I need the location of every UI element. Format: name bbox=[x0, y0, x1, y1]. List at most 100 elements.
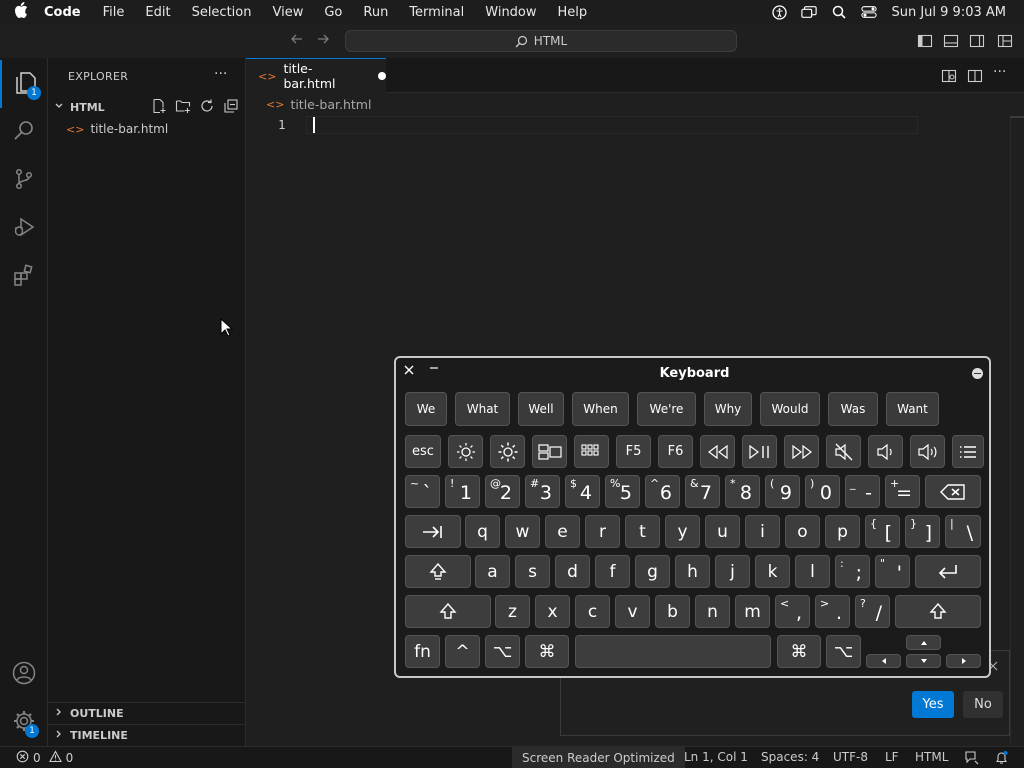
accessibility-icon[interactable] bbox=[771, 4, 787, 20]
key-d[interactable]: d bbox=[555, 555, 590, 588]
go-forward-icon[interactable] bbox=[314, 32, 332, 50]
app-menu-code[interactable]: Code bbox=[44, 5, 81, 20]
suggestion-key[interactable]: Was bbox=[828, 392, 878, 426]
toggle-secondary-sidebar-icon[interactable] bbox=[969, 33, 985, 49]
suggestion-key[interactable]: When bbox=[572, 392, 629, 426]
yes-button[interactable]: Yes bbox=[912, 691, 954, 718]
activity-manage[interactable]: 1 bbox=[0, 698, 48, 746]
end-of-line[interactable]: LF bbox=[885, 750, 899, 764]
key-p[interactable]: p bbox=[825, 515, 860, 548]
key-semicolon[interactable]: :; bbox=[835, 555, 870, 588]
key-3[interactable]: #3 bbox=[525, 475, 560, 508]
esc-key[interactable]: esc bbox=[405, 435, 441, 468]
volume-up-icon[interactable] bbox=[910, 435, 945, 468]
key-u[interactable]: u bbox=[705, 515, 740, 548]
arrow-right-icon[interactable] bbox=[946, 654, 981, 668]
key-q[interactable]: q bbox=[465, 515, 500, 548]
key-i[interactable]: i bbox=[745, 515, 780, 548]
language-mode[interactable]: HTML bbox=[915, 750, 948, 764]
suggestion-key[interactable]: Would bbox=[760, 392, 820, 426]
key-7[interactable]: & 7 bbox=[685, 475, 720, 508]
play-pause-icon[interactable] bbox=[742, 435, 777, 468]
key-n[interactable]: n bbox=[695, 595, 730, 628]
suggestion-key[interactable]: Why bbox=[704, 392, 752, 426]
key-f[interactable]: f bbox=[595, 555, 630, 588]
notifications-bell-icon[interactable] bbox=[994, 750, 1009, 768]
key-a[interactable]: a bbox=[475, 555, 510, 588]
key-6[interactable]: ^ 6 bbox=[645, 475, 680, 508]
fast-forward-icon[interactable] bbox=[784, 435, 819, 468]
left-shift-icon[interactable] bbox=[405, 595, 491, 628]
suggestion-key[interactable]: We bbox=[405, 392, 447, 426]
activity-source-control[interactable] bbox=[0, 156, 48, 204]
key-j[interactable]: j bbox=[715, 555, 750, 588]
key-backtick[interactable]: ~ ` bbox=[405, 475, 440, 508]
right-command-key[interactable]: ⌘ bbox=[777, 635, 821, 668]
key-1[interactable]: ! 1 bbox=[445, 475, 480, 508]
key-backslash[interactable]: | \ bbox=[945, 515, 981, 548]
key-0[interactable]: ) 0 bbox=[805, 475, 840, 508]
key-equals[interactable]: + = bbox=[885, 475, 920, 508]
launchpad-icon[interactable] bbox=[574, 435, 609, 468]
key-s[interactable]: s bbox=[515, 555, 550, 588]
menu-view[interactable]: View bbox=[272, 5, 303, 20]
arrow-left-icon[interactable] bbox=[866, 654, 901, 668]
menu-selection[interactable]: Selection bbox=[192, 5, 252, 20]
new-folder-icon[interactable] bbox=[175, 98, 191, 114]
key-x[interactable]: x bbox=[535, 595, 570, 628]
menu-help[interactable]: Help bbox=[558, 5, 588, 20]
key-2[interactable]: @2 bbox=[485, 475, 520, 508]
menu-file[interactable]: File bbox=[103, 5, 125, 20]
key-y[interactable]: y bbox=[665, 515, 700, 548]
key-8[interactable]: * 8 bbox=[725, 475, 760, 508]
spotlight-search-icon[interactable] bbox=[831, 4, 847, 20]
left-command-key[interactable]: ⌘ bbox=[525, 635, 569, 668]
new-file-icon[interactable] bbox=[151, 98, 167, 114]
key-left-bracket[interactable]: {[ bbox=[865, 515, 900, 548]
menu-run[interactable]: Run bbox=[363, 5, 388, 20]
key-5[interactable]: % 5 bbox=[605, 475, 640, 508]
tab-title-bar-html[interactable]: <> title-bar.html bbox=[246, 58, 386, 93]
key-b[interactable]: b bbox=[655, 595, 690, 628]
menu-terminal[interactable]: Terminal bbox=[409, 5, 464, 20]
key-m[interactable]: m bbox=[735, 595, 770, 628]
more-actions-icon[interactable]: ··· bbox=[993, 64, 1009, 80]
suggestion-key[interactable]: Want bbox=[886, 392, 939, 426]
open-preview-icon[interactable] bbox=[941, 68, 957, 84]
brightness-down-icon[interactable] bbox=[448, 435, 483, 468]
key-g[interactable]: g bbox=[635, 555, 670, 588]
refresh-icon[interactable] bbox=[199, 98, 215, 114]
key-k[interactable]: k bbox=[755, 555, 790, 588]
fn-key[interactable]: fn bbox=[405, 635, 440, 668]
mission-control-icon[interactable] bbox=[532, 435, 567, 468]
folder-row-html[interactable]: HTML bbox=[48, 96, 246, 118]
outline-section[interactable]: OUTLINE bbox=[48, 702, 246, 724]
key-t[interactable]: t bbox=[625, 515, 660, 548]
current-line-highlight[interactable] bbox=[306, 116, 918, 134]
toggle-primary-sidebar-icon[interactable] bbox=[917, 33, 933, 49]
return-key-icon[interactable] bbox=[915, 555, 981, 588]
go-back-icon[interactable] bbox=[288, 32, 306, 50]
no-button[interactable]: No bbox=[963, 691, 1003, 718]
key-v[interactable]: v bbox=[615, 595, 650, 628]
suggestion-key[interactable]: We're bbox=[637, 392, 696, 426]
key-slash[interactable]: ? / bbox=[855, 595, 890, 628]
control-center-icon[interactable] bbox=[861, 4, 878, 20]
key-quote[interactable]: " ' bbox=[875, 555, 910, 588]
left-option-key[interactable]: ⌥ bbox=[485, 635, 520, 668]
key-9[interactable]: (9 bbox=[765, 475, 800, 508]
control-key[interactable]: ^ bbox=[445, 635, 480, 668]
key-e[interactable]: e bbox=[545, 515, 580, 548]
key-l[interactable]: l bbox=[795, 555, 830, 588]
key-comma[interactable]: <, bbox=[775, 595, 810, 628]
indentation[interactable]: Spaces: 4 bbox=[761, 750, 819, 764]
list-icon[interactable] bbox=[952, 435, 984, 468]
explorer-more-actions[interactable]: ··· bbox=[214, 66, 227, 82]
screen-reader-mode[interactable]: Screen Reader Optimized bbox=[512, 747, 685, 768]
key-c[interactable]: c bbox=[575, 595, 610, 628]
key-h[interactable]: h bbox=[675, 555, 710, 588]
customize-layout-icon[interactable] bbox=[997, 33, 1013, 49]
suggestion-key[interactable]: What bbox=[455, 392, 510, 426]
space-bar[interactable] bbox=[575, 635, 771, 668]
unsaved-dot-icon[interactable] bbox=[378, 72, 386, 80]
